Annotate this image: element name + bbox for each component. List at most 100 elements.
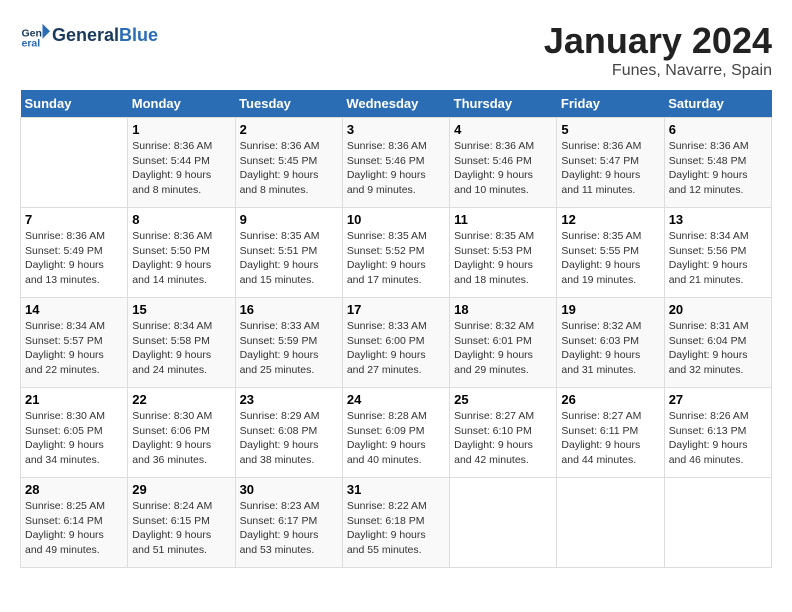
day-info: Sunrise: 8:36 AMSunset: 5:44 PMDaylight:…: [132, 139, 230, 198]
day-number: 20: [669, 302, 767, 317]
header-monday: Monday: [128, 90, 235, 118]
title-section: January 2024 Funes, Navarre, Spain: [544, 20, 772, 80]
day-number: 2: [240, 122, 338, 137]
calendar-cell: [557, 478, 664, 568]
day-info: Sunrise: 8:26 AMSunset: 6:13 PMDaylight:…: [669, 409, 767, 468]
day-info: Sunrise: 8:36 AMSunset: 5:48 PMDaylight:…: [669, 139, 767, 198]
header-thursday: Thursday: [450, 90, 557, 118]
day-info: Sunrise: 8:32 AMSunset: 6:01 PMDaylight:…: [454, 319, 552, 378]
calendar-cell: 9 Sunrise: 8:35 AMSunset: 5:51 PMDaylight…: [235, 208, 342, 298]
calendar-week-5: 28 Sunrise: 8:25 AMSunset: 6:14 PMDayligh…: [21, 478, 772, 568]
calendar-cell: 27 Sunrise: 8:26 AMSunset: 6:13 PMDayligh…: [664, 388, 771, 478]
logo-icon: Gen eral: [20, 20, 50, 50]
day-number: 13: [669, 212, 767, 227]
day-info: Sunrise: 8:28 AMSunset: 6:09 PMDaylight:…: [347, 409, 445, 468]
day-info: Sunrise: 8:36 AMSunset: 5:50 PMDaylight:…: [132, 229, 230, 288]
day-info: Sunrise: 8:25 AMSunset: 6:14 PMDaylight:…: [25, 499, 123, 558]
day-info: Sunrise: 8:36 AMSunset: 5:45 PMDaylight:…: [240, 139, 338, 198]
header-tuesday: Tuesday: [235, 90, 342, 118]
calendar-cell: 8 Sunrise: 8:36 AMSunset: 5:50 PMDaylight…: [128, 208, 235, 298]
day-info: Sunrise: 8:35 AMSunset: 5:51 PMDaylight:…: [240, 229, 338, 288]
day-info: Sunrise: 8:27 AMSunset: 6:11 PMDaylight:…: [561, 409, 659, 468]
day-number: 7: [25, 212, 123, 227]
day-number: 9: [240, 212, 338, 227]
calendar-cell: 5 Sunrise: 8:36 AMSunset: 5:47 PMDaylight…: [557, 118, 664, 208]
calendar-cell: 21Sunrise: 8:30 AMSunset: 6:05 PMDayligh…: [21, 388, 128, 478]
day-info: Sunrise: 8:35 AMSunset: 5:53 PMDaylight:…: [454, 229, 552, 288]
day-info: Sunrise: 8:36 AMSunset: 5:46 PMDaylight:…: [347, 139, 445, 198]
day-number: 8: [132, 212, 230, 227]
calendar-cell: 15Sunrise: 8:34 AMSunset: 5:58 PMDayligh…: [128, 298, 235, 388]
calendar-cell: 29Sunrise: 8:24 AMSunset: 6:15 PMDayligh…: [128, 478, 235, 568]
calendar-cell: 20 Sunrise: 8:31 AMSunset: 6:04 PMDayligh…: [664, 298, 771, 388]
day-number: 30: [240, 482, 338, 497]
calendar-cell: 3 Sunrise: 8:36 AMSunset: 5:46 PMDaylight…: [342, 118, 449, 208]
month-title: January 2024: [544, 20, 772, 62]
page-header: Gen eral GeneralBlue January 2024 Funes,…: [20, 20, 772, 80]
day-number: 25: [454, 392, 552, 407]
calendar-cell: [21, 118, 128, 208]
day-info: Sunrise: 8:34 AMSunset: 5:56 PMDaylight:…: [669, 229, 767, 288]
calendar-week-2: 7Sunrise: 8:36 AMSunset: 5:49 PMDaylight…: [21, 208, 772, 298]
day-number: 17: [347, 302, 445, 317]
logo-blue-text: Blue: [119, 25, 158, 45]
logo-general-text: General: [52, 25, 119, 45]
calendar-cell: 1 Sunrise: 8:36 AMSunset: 5:44 PMDaylight…: [128, 118, 235, 208]
calendar-cell: 12Sunrise: 8:35 AMSunset: 5:55 PMDayligh…: [557, 208, 664, 298]
calendar-week-3: 14Sunrise: 8:34 AMSunset: 5:57 PMDayligh…: [21, 298, 772, 388]
calendar-cell: 24 Sunrise: 8:28 AMSunset: 6:09 PMDayligh…: [342, 388, 449, 478]
day-info: Sunrise: 8:36 AMSunset: 5:46 PMDaylight:…: [454, 139, 552, 198]
day-number: 28: [25, 482, 123, 497]
day-number: 3: [347, 122, 445, 137]
calendar-cell: 31 Sunrise: 8:22 AMSunset: 6:18 PMDayligh…: [342, 478, 449, 568]
day-number: 4: [454, 122, 552, 137]
calendar-cell: 7Sunrise: 8:36 AMSunset: 5:49 PMDaylight…: [21, 208, 128, 298]
day-number: 24: [347, 392, 445, 407]
calendar-cell: 17 Sunrise: 8:33 AMSunset: 6:00 PMDayligh…: [342, 298, 449, 388]
day-number: 27: [669, 392, 767, 407]
calendar-cell: 22Sunrise: 8:30 AMSunset: 6:06 PMDayligh…: [128, 388, 235, 478]
day-info: Sunrise: 8:23 AMSunset: 6:17 PMDaylight:…: [240, 499, 338, 558]
day-number: 23: [240, 392, 338, 407]
header-friday: Friday: [557, 90, 664, 118]
day-info: Sunrise: 8:31 AMSunset: 6:04 PMDaylight:…: [669, 319, 767, 378]
day-number: 18: [454, 302, 552, 317]
calendar-week-4: 21Sunrise: 8:30 AMSunset: 6:05 PMDayligh…: [21, 388, 772, 478]
day-info: Sunrise: 8:36 AMSunset: 5:47 PMDaylight:…: [561, 139, 659, 198]
day-number: 29: [132, 482, 230, 497]
day-info: Sunrise: 8:35 AMSunset: 5:52 PMDaylight:…: [347, 229, 445, 288]
header-saturday: Saturday: [664, 90, 771, 118]
day-number: 16: [240, 302, 338, 317]
calendar-cell: [450, 478, 557, 568]
day-number: 1: [132, 122, 230, 137]
calendar-cell: 25 Sunrise: 8:27 AMSunset: 6:10 PMDayligh…: [450, 388, 557, 478]
day-info: Sunrise: 8:34 AMSunset: 5:58 PMDaylight:…: [132, 319, 230, 378]
day-number: 26: [561, 392, 659, 407]
header-sunday: Sunday: [21, 90, 128, 118]
day-number: 5: [561, 122, 659, 137]
calendar-cell: 2 Sunrise: 8:36 AMSunset: 5:45 PMDaylight…: [235, 118, 342, 208]
calendar-cell: 18 Sunrise: 8:32 AMSunset: 6:01 PMDayligh…: [450, 298, 557, 388]
calendar-cell: 28 Sunrise: 8:25 AMSunset: 6:14 PMDayligh…: [21, 478, 128, 568]
calendar-cell: 30 Sunrise: 8:23 AMSunset: 6:17 PMDayligh…: [235, 478, 342, 568]
calendar-cell: 16Sunrise: 8:33 AMSunset: 5:59 PMDayligh…: [235, 298, 342, 388]
day-number: 31: [347, 482, 445, 497]
day-number: 11: [454, 212, 552, 227]
calendar-cell: 10Sunrise: 8:35 AMSunset: 5:52 PMDayligh…: [342, 208, 449, 298]
location: Funes, Navarre, Spain: [544, 62, 772, 80]
day-number: 6: [669, 122, 767, 137]
calendar-cell: 4 Sunrise: 8:36 AMSunset: 5:46 PMDaylight…: [450, 118, 557, 208]
logo: Gen eral GeneralBlue: [20, 20, 158, 50]
day-info: Sunrise: 8:33 AMSunset: 6:00 PMDaylight:…: [347, 319, 445, 378]
calendar-cell: 19Sunrise: 8:32 AMSunset: 6:03 PMDayligh…: [557, 298, 664, 388]
day-info: Sunrise: 8:27 AMSunset: 6:10 PMDaylight:…: [454, 409, 552, 468]
calendar-table: SundayMondayTuesdayWednesdayThursdayFrid…: [20, 90, 772, 568]
calendar-cell: 6 Sunrise: 8:36 AMSunset: 5:48 PMDaylight…: [664, 118, 771, 208]
day-info: Sunrise: 8:30 AMSunset: 6:05 PMDaylight:…: [25, 409, 123, 468]
day-number: 22: [132, 392, 230, 407]
calendar-cell: 11 Sunrise: 8:35 AMSunset: 5:53 PMDayligh…: [450, 208, 557, 298]
day-number: 19: [561, 302, 659, 317]
day-number: 14: [25, 302, 123, 317]
calendar-cell: 26 Sunrise: 8:27 AMSunset: 6:11 PMDayligh…: [557, 388, 664, 478]
day-info: Sunrise: 8:22 AMSunset: 6:18 PMDaylight:…: [347, 499, 445, 558]
